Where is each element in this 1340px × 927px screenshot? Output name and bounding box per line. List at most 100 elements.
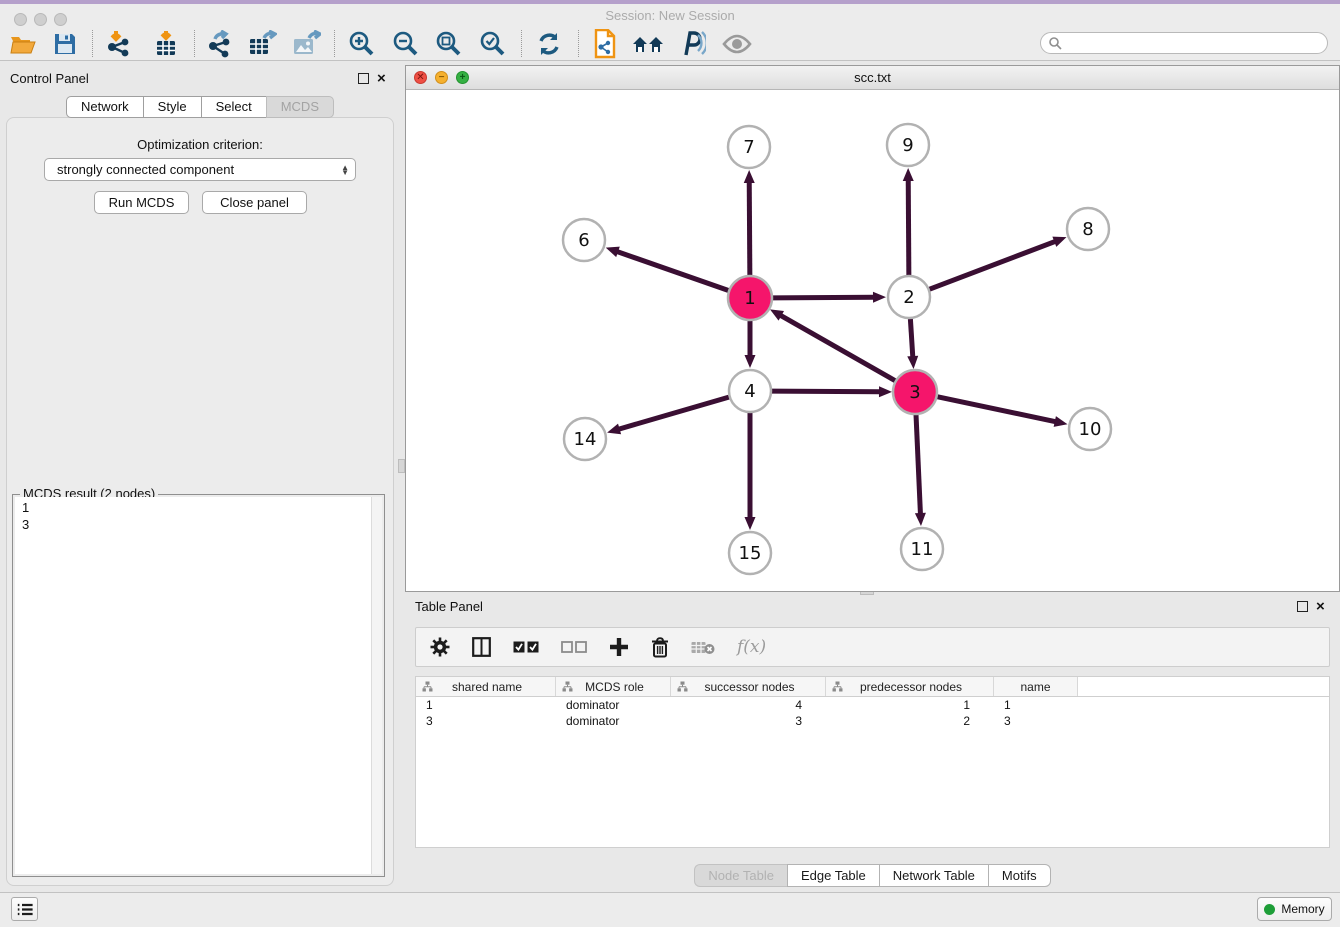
table-row[interactable]: 3dominator323 [416,713,1329,729]
tab-style[interactable]: Style [143,96,201,118]
export-network-icon[interactable] [202,28,236,59]
mcds-result-text[interactable]: 13 [15,497,372,874]
column-label: shared name [433,680,555,694]
delete-row-icon[interactable] [651,637,669,658]
toolbar-separator [578,30,579,57]
network-graph[interactable]: 7968124314101511 [406,89,1339,591]
zoom-selected-icon[interactable] [476,28,510,59]
memory-status-icon [1264,904,1275,915]
open-session-icon[interactable] [6,28,40,59]
edge-1-6[interactable] [616,251,729,291]
tab-mcds[interactable]: MCDS [266,96,334,118]
delete-table-icon[interactable] [691,640,715,655]
arrowhead-icon [907,356,918,369]
arrowhead-icon [606,247,620,257]
node-label: 15 [739,543,762,564]
arrowhead-icon [744,170,755,183]
run-mcds-button[interactable]: Run MCDS [94,191,189,214]
function-builder-icon[interactable]: f(x) [737,637,766,657]
column-header-shared-name[interactable]: shared name [416,677,556,696]
cell-name[interactable]: 3 [994,713,1078,729]
criterion-dropdown[interactable]: strongly connected component ▲▼ [44,158,356,181]
edge-1-2[interactable] [772,297,875,298]
first-neighbors-icon[interactable] [631,28,665,59]
table-body[interactable]: 1dominator4113dominator323 [416,697,1329,847]
zoom-out-icon[interactable] [389,28,423,59]
network-window-titlebar[interactable]: ✕ − + scc.txt [406,66,1339,90]
cell-MCDS-role[interactable]: dominator [556,713,671,729]
export-table-icon[interactable] [245,28,279,59]
column-header-predecessor-nodes[interactable]: predecessor nodes [826,677,994,696]
cell-predecessor-nodes[interactable]: 2 [826,713,994,729]
column-header-MCDS-role[interactable]: MCDS role [556,677,671,696]
tab-network[interactable]: Network [66,96,143,118]
cell-MCDS-role[interactable]: dominator [556,697,671,713]
tab-select[interactable]: Select [201,96,266,118]
table-row[interactable]: 1dominator411 [416,697,1329,713]
cell-shared-name[interactable]: 3 [416,713,556,729]
node-label: 8 [1082,219,1093,240]
toolbar-separator [521,30,522,57]
column-selector-icon[interactable] [472,637,491,657]
node-label: 6 [578,230,589,251]
arrowhead-icon [1052,237,1066,247]
save-session-icon[interactable] [48,28,82,59]
tab-node-table[interactable]: Node Table [694,864,787,887]
edge-4-14[interactable] [618,397,729,429]
edge-3-1[interactable] [780,315,896,381]
refresh-icon[interactable] [532,28,566,59]
edge-2-9[interactable] [908,179,909,275]
result-scrollbar[interactable] [371,497,382,874]
table-panel-title: Table Panel [415,599,483,614]
edge-1-7[interactable] [749,181,750,276]
close-table-panel-icon[interactable]: × [1316,601,1325,612]
float-table-panel-icon[interactable] [1297,601,1308,612]
zoom-in-icon[interactable] [345,28,379,59]
window-title: Session: New Session [0,8,1340,23]
vizmapper-icon[interactable] [675,28,709,59]
cell-predecessor-nodes[interactable]: 1 [826,697,994,713]
cell-successor-nodes[interactable]: 4 [671,697,826,713]
export-image-icon[interactable] [289,28,323,59]
node-label: 7 [743,137,754,158]
show-hide-icon[interactable] [720,28,754,59]
edge-2-3[interactable] [910,319,912,358]
column-header-successor-nodes[interactable]: successor nodes [671,677,826,696]
settings-gear-icon[interactable] [430,637,450,657]
edge-3-11[interactable] [916,414,921,515]
edge-3-10[interactable] [937,397,1057,422]
memory-label: Memory [1281,902,1324,916]
control-panel-buttons: × [358,73,386,84]
criterion-value: strongly connected component [57,162,234,177]
float-panel-icon[interactable] [358,73,369,84]
search-input[interactable] [1066,35,1327,51]
cell-shared-name[interactable]: 1 [416,697,556,713]
mcds-result-group: MCDS result (2 nodes) 13 [12,494,385,877]
table-header-row: shared nameMCDS rolesuccessor nodesprede… [416,677,1329,697]
tab-network-table[interactable]: Network Table [879,864,988,887]
memory-button[interactable]: Memory [1257,897,1332,921]
task-history-button[interactable] [11,897,38,921]
edge-2-8[interactable] [930,241,1057,289]
import-network-icon[interactable] [101,28,135,59]
deselect-all-icon[interactable] [561,641,587,653]
data-type-icon [677,681,688,692]
select-all-icon[interactable] [513,641,539,653]
import-table-icon[interactable] [149,28,183,59]
tab-edge-table[interactable]: Edge Table [787,864,879,887]
network-view-window: ✕ − + scc.txt 7968124314101511 [405,65,1340,592]
zoom-fit-icon[interactable] [432,28,466,59]
tab-motifs[interactable]: Motifs [988,864,1051,887]
cell-name[interactable]: 1 [994,697,1078,713]
column-header-name[interactable]: name [994,677,1078,696]
close-panel-button[interactable]: Close panel [202,191,307,214]
cell-successor-nodes[interactable]: 3 [671,713,826,729]
add-row-icon[interactable] [609,637,629,657]
arrowhead-icon [903,168,914,181]
status-bar [0,892,1340,927]
edge-4-3[interactable] [772,391,881,392]
close-panel-icon[interactable]: × [377,73,386,84]
new-network-icon[interactable] [588,28,622,59]
vertical-splitter-grip[interactable] [398,459,405,473]
search-box[interactable] [1040,32,1328,54]
